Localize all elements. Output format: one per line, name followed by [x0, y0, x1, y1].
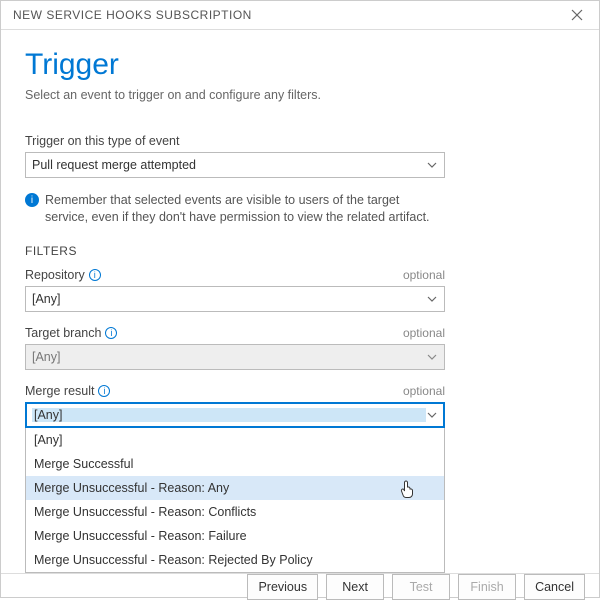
merge-result-label: Merge result i: [25, 384, 110, 398]
chevron-down-icon: [426, 159, 438, 171]
repository-label: Repository i: [25, 268, 101, 282]
page-heading: Trigger: [25, 48, 575, 82]
target-branch-value: [Any]: [32, 350, 426, 364]
help-icon[interactable]: i: [105, 327, 117, 339]
repository-field: Repository i optional [Any]: [25, 268, 445, 312]
info-icon: i: [25, 193, 39, 207]
dropdown-option[interactable]: Merge Unsuccessful - Reason: Conflicts: [26, 500, 444, 524]
close-icon: [571, 9, 583, 21]
test-button: Test: [392, 574, 450, 600]
dropdown-option[interactable]: Merge Unsuccessful - Reason: Any: [26, 476, 444, 500]
finish-button: Finish: [458, 574, 516, 600]
content: Trigger Select an event to trigger on an…: [1, 30, 599, 573]
optional-label: optional: [403, 268, 445, 282]
target-branch-select[interactable]: [Any]: [25, 344, 445, 370]
dropdown-option[interactable]: [Any]: [26, 428, 444, 452]
filters-header: FILTERS: [25, 244, 575, 258]
merge-result-field: Merge result i optional [Any] [Any]Merge…: [25, 384, 445, 573]
event-field: Trigger on this type of event Pull reque…: [25, 134, 575, 178]
chevron-down-icon: [426, 293, 438, 305]
repository-select[interactable]: [Any]: [25, 286, 445, 312]
cancel-button[interactable]: Cancel: [524, 574, 585, 600]
merge-result-select[interactable]: [Any]: [25, 402, 445, 428]
optional-label: optional: [403, 384, 445, 398]
dropdown-option[interactable]: Merge Unsuccessful - Reason: Rejected By…: [26, 548, 444, 572]
next-button[interactable]: Next: [326, 574, 384, 600]
page-subtitle: Select an event to trigger on and config…: [25, 88, 575, 102]
merge-result-value: [Any]: [32, 408, 426, 422]
event-label: Trigger on this type of event: [25, 134, 575, 148]
footer: Previous Next Test Finish Cancel: [1, 573, 599, 600]
event-value: Pull request merge attempted: [32, 158, 426, 172]
chevron-down-icon: [426, 409, 438, 421]
close-button[interactable]: [563, 1, 591, 29]
titlebar: NEW SERVICE HOOKS SUBSCRIPTION: [1, 1, 599, 30]
help-icon[interactable]: i: [98, 385, 110, 397]
chevron-down-icon: [426, 351, 438, 363]
target-branch-field: Target branch i optional [Any]: [25, 326, 445, 370]
repository-value: [Any]: [32, 292, 426, 306]
help-icon[interactable]: i: [89, 269, 101, 281]
titlebar-title: NEW SERVICE HOOKS SUBSCRIPTION: [13, 8, 563, 22]
info-row: i Remember that selected events are visi…: [25, 192, 445, 226]
previous-button[interactable]: Previous: [247, 574, 318, 600]
cursor-icon: [400, 479, 416, 499]
dialog: NEW SERVICE HOOKS SUBSCRIPTION Trigger S…: [0, 0, 600, 598]
dropdown-option[interactable]: Merge Unsuccessful - Reason: Failure: [26, 524, 444, 548]
event-select[interactable]: Pull request merge attempted: [25, 152, 445, 178]
optional-label: optional: [403, 326, 445, 340]
target-branch-label: Target branch i: [25, 326, 117, 340]
info-text: Remember that selected events are visibl…: [45, 192, 445, 226]
dropdown-option[interactable]: Merge Successful: [26, 452, 444, 476]
merge-result-dropdown[interactable]: [Any]Merge SuccessfulMerge Unsuccessful …: [25, 428, 445, 573]
